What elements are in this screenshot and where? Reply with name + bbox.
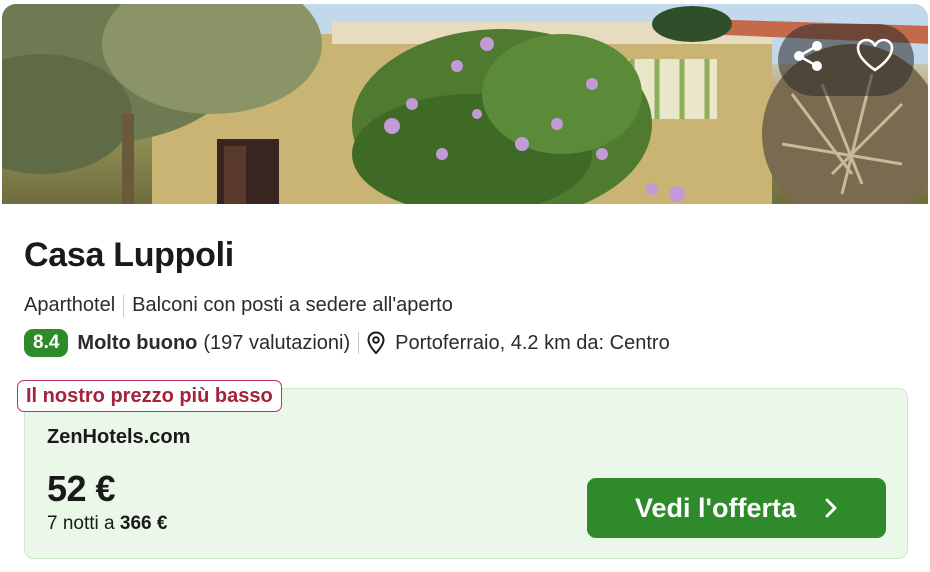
rating-label: Molto buono — [77, 331, 198, 354]
hotel-meta: Aparthotel Balconi con posti a sedere al… — [24, 294, 453, 317]
favorite-button[interactable] — [856, 38, 900, 82]
lowest-price-badge: Il nostro prezzo più basso — [17, 380, 282, 412]
deal-total: 7 notti a 366 € — [47, 513, 167, 535]
divider — [123, 294, 125, 317]
total-amount: 366 € — [119, 513, 168, 534]
rating-row: 8.4 Molto buono (197 valutazioni) Portof… — [24, 329, 670, 357]
view-deal-button[interactable]: Vedi l'offerta — [587, 478, 886, 538]
photo-actions — [778, 24, 914, 96]
total-prefix: 7 notti a — [47, 513, 115, 534]
hotel-card[interactable]: Casa Luppoli Aparthotel Balconi con post… — [0, 0, 930, 572]
chevron-right-icon — [824, 497, 838, 519]
location-pin-icon — [367, 331, 385, 355]
deal-provider: ZenHotels.com — [47, 426, 191, 448]
hotel-name[interactable]: Casa Luppoli — [24, 236, 234, 275]
hotel-type: Aparthotel — [24, 294, 116, 316]
share-icon — [794, 41, 822, 71]
hotel-photo[interactable] — [2, 4, 928, 204]
location-text[interactable]: Portoferraio, 4.2 km da: Centro — [395, 332, 670, 355]
deal-price: 52 € — [47, 468, 116, 509]
rating-score-badge: 8.4 — [24, 329, 69, 357]
review-count[interactable]: (197 valutazioni) — [203, 332, 350, 355]
view-deal-label: Vedi l'offerta — [635, 492, 796, 523]
heart-icon — [856, 38, 894, 72]
hotel-feature: Balconi con posti a sedere all'aperto — [132, 294, 453, 316]
divider — [358, 332, 360, 354]
share-button[interactable] — [790, 38, 834, 82]
